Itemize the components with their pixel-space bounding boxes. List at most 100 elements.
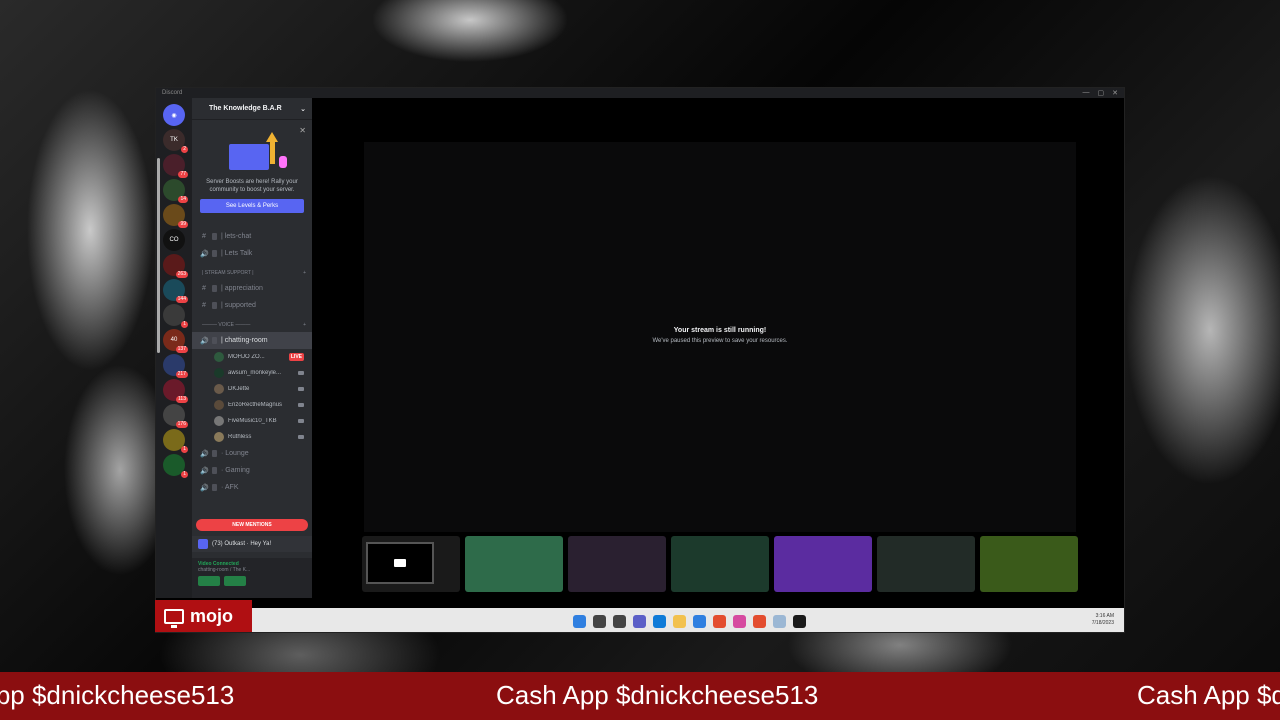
channel-emoji-icon (212, 450, 217, 457)
channel-emoji-icon (212, 250, 217, 257)
server-icon[interactable]: 1 (163, 429, 188, 453)
plus-icon[interactable]: + (303, 322, 306, 328)
voice-user[interactable]: MOHJO ZO... LIVE (192, 349, 312, 365)
chrome-icon[interactable] (712, 614, 726, 628)
speaker-icon: 🔊 (200, 484, 209, 492)
speaker-icon: 🔊 (200, 337, 209, 345)
voice-user[interactable]: DKJette (192, 381, 312, 397)
chat-icon[interactable] (632, 614, 646, 628)
participant-tile[interactable] (877, 536, 975, 592)
rail-scrollbar[interactable] (157, 158, 160, 353)
server-icon[interactable]: 217 (163, 354, 188, 378)
server-icon[interactable]: 144 (163, 279, 188, 303)
server-icon[interactable]: 176 (163, 404, 188, 428)
voice-user[interactable]: FiveMusic10_TKB (192, 413, 312, 429)
window-title: Discord (162, 90, 183, 96)
server-icon[interactable]: 1 (163, 304, 188, 328)
channel-chatting-room[interactable]: 🔊 | chatting-room (192, 332, 312, 349)
voice-user[interactable]: Ruthless (192, 429, 312, 445)
channel-label: | lets-chat (221, 233, 252, 240)
ticker-text: Cash App $dnickcheese513 (1137, 680, 1280, 710)
channel-gaming[interactable]: 🔊 · Gaming (192, 462, 312, 479)
voice-user[interactable]: EnzoRectheMagnus (192, 397, 312, 413)
channel-emoji-icon (212, 467, 217, 474)
channel-appreciation[interactable]: # | appreciation (192, 280, 312, 297)
avatar (214, 352, 224, 362)
server-icon[interactable]: 1 (163, 454, 188, 478)
mention-badge: 77 (178, 171, 188, 178)
channel-lets-chat[interactable]: # | lets-chat (192, 228, 312, 245)
category-stream-support[interactable]: | STREAM SUPPORT | + (192, 266, 312, 280)
mention-badge: 217 (175, 371, 188, 378)
channel-emoji-icon (212, 285, 217, 292)
voice-controls (198, 576, 306, 586)
camera-icon (298, 387, 304, 391)
ticker-text: Cash App $dnickcheese513 (0, 680, 235, 710)
participant-tile[interactable] (362, 536, 460, 592)
avatar (214, 400, 224, 410)
channel-lets-talk[interactable]: 🔊 | Lets Talk (192, 245, 312, 262)
channel-afk[interactable]: 🔊 · AFK (192, 479, 312, 496)
server-icon[interactable]: TK 2 (163, 129, 188, 153)
app-icon[interactable] (772, 614, 786, 628)
boost-text: Server Boosts are here! Rally your commu… (206, 179, 298, 193)
see-levels-perks-button[interactable]: See Levels & Perks (200, 199, 304, 213)
maximize-button[interactable]: ▢ (1098, 89, 1105, 97)
windows-taskbar: 3:16 AM 7/18/2023 (252, 608, 1124, 632)
video-button[interactable] (198, 576, 220, 586)
mojo-label: mojo (190, 605, 233, 626)
server-icon[interactable]: 113 (163, 379, 188, 403)
screen-share-button[interactable] (224, 576, 246, 586)
terminal-icon[interactable] (792, 614, 806, 628)
channel-supported[interactable]: # | supported (192, 297, 312, 314)
hashtag-icon: # (202, 285, 206, 292)
server-icon[interactable]: 40 137 (163, 329, 188, 353)
paused-title: Your stream is still running! (673, 327, 767, 334)
discord-taskbar-icon[interactable] (732, 614, 746, 628)
server-icon[interactable]: 99 (163, 204, 188, 228)
taskbar-clock[interactable]: 3:16 AM 7/18/2023 (1092, 613, 1114, 627)
server-icon[interactable]: 77 (163, 154, 188, 178)
server-icon[interactable]: 263 (163, 254, 188, 278)
participant-tiles (362, 536, 1078, 592)
edge-browser-icon[interactable] (652, 614, 666, 628)
participant-tile[interactable] (774, 536, 872, 592)
server-icon[interactable]: 14 (163, 179, 188, 203)
user-name: awsum_monkeyle... (228, 370, 282, 376)
participant-tile[interactable] (568, 536, 666, 592)
server-header[interactable]: The Knowledge B.A.R ⌄ (192, 98, 312, 120)
channel-emoji-icon (212, 484, 217, 491)
channel-lounge[interactable]: 🔊 · Lounge (192, 445, 312, 462)
plus-icon[interactable]: + (303, 270, 306, 276)
boost-promo-card: ✕ Server Boosts are here! Rally your com… (192, 120, 312, 228)
category-label: ——— VOICE ——— (202, 322, 251, 328)
participant-tile[interactable] (980, 536, 1078, 592)
mention-badge: 14 (178, 196, 188, 203)
category-voice[interactable]: ——— VOICE ——— + (192, 318, 312, 332)
dm-text: (73) Outkast · Hey Ya! (212, 541, 272, 547)
new-mentions-button[interactable]: NEW MENTIONS (196, 519, 308, 531)
mention-badge: 99 (178, 221, 188, 228)
channel-label: | Lets Talk (221, 250, 253, 257)
dm-preview[interactable]: (73) Outkast · Hey Ya! (192, 536, 312, 552)
search-icon[interactable] (592, 614, 606, 628)
discord-home-icon[interactable]: ◉ (163, 104, 185, 126)
participant-tile[interactable] (465, 536, 563, 592)
chrome-icon[interactable] (752, 614, 766, 628)
file-explorer-icon[interactable] (672, 614, 686, 628)
mention-badge: 1 (181, 446, 188, 453)
server-label: 40 (170, 337, 178, 343)
participant-tile[interactable] (671, 536, 769, 592)
live-badge: LIVE (288, 353, 304, 361)
paused-subtitle: We've paused this preview to save your r… (652, 338, 788, 344)
task-view-icon[interactable] (612, 614, 626, 628)
minimize-button[interactable]: — (1083, 89, 1090, 97)
server-icon[interactable]: CO (163, 229, 185, 251)
stream-preview[interactable]: Your stream is still running! We've paus… (364, 142, 1076, 532)
windows-start-icon[interactable] (572, 614, 586, 628)
mail-icon[interactable] (692, 614, 706, 628)
close-icon[interactable]: ✕ (299, 126, 306, 135)
close-window-button[interactable]: ✕ (1112, 89, 1118, 97)
voice-user[interactable]: awsum_monkeyle... (192, 365, 312, 381)
server-label: TK (170, 137, 178, 143)
